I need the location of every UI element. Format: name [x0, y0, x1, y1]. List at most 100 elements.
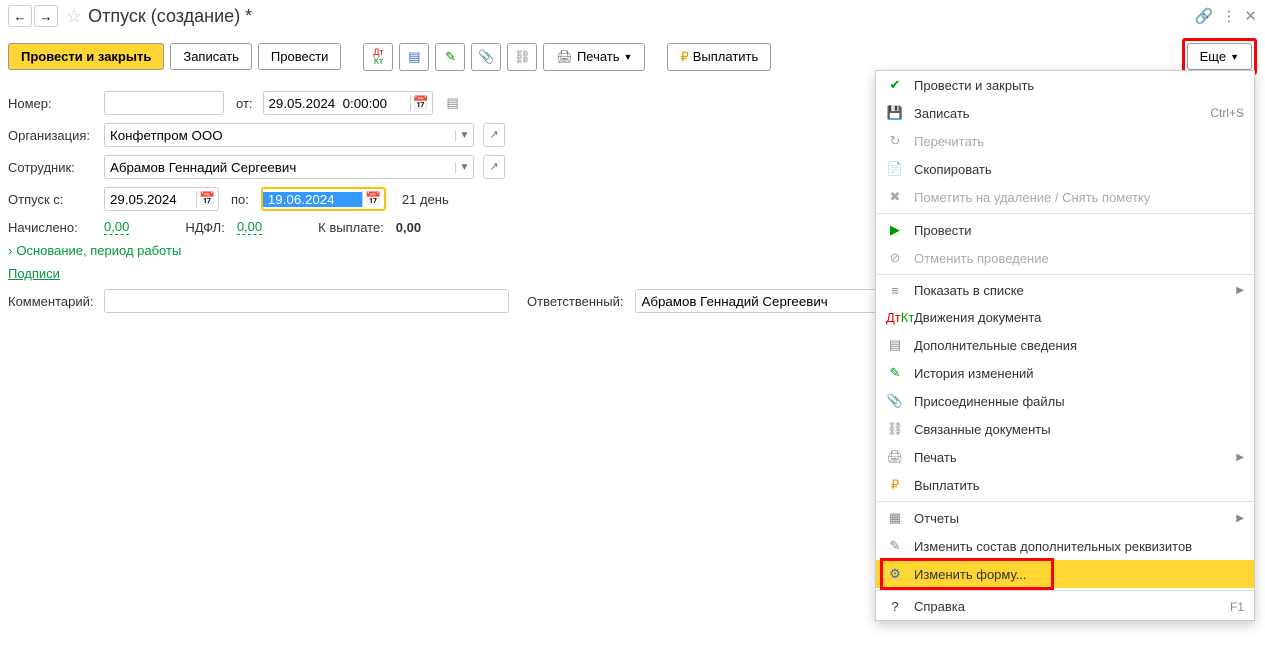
resp-combo[interactable]: [635, 289, 890, 313]
menu-item[interactable]: ▶Провести: [876, 216, 1254, 244]
topay-value: 0,00: [396, 220, 421, 235]
menu-item[interactable]: ✎История изменений: [876, 359, 1254, 387]
signatures-link[interactable]: Подписи: [8, 266, 60, 281]
calendar-icon[interactable]: 📅: [362, 191, 384, 207]
calendar-icon[interactable]: 📅: [196, 191, 218, 207]
accrued-link[interactable]: 0,00: [104, 219, 129, 235]
ndfl-label: НДФЛ:: [185, 220, 225, 235]
menu-item-label: Справка: [914, 599, 1220, 614]
emp-combo[interactable]: ▼: [104, 155, 474, 179]
org-combo[interactable]: ▼: [104, 123, 474, 147]
menu-item-icon: ⛓: [886, 421, 904, 437]
from-date-label: от:: [236, 96, 253, 111]
menu-item-icon: ✔: [886, 77, 904, 93]
menu-item[interactable]: 📄Скопировать: [876, 155, 1254, 183]
menu-item: ✖Пометить на удаление / Снять пометку: [876, 183, 1254, 211]
menu-item[interactable]: 🖨Печать▶: [876, 443, 1254, 471]
calendar-icon[interactable]: 📅: [410, 95, 432, 111]
print-button[interactable]: 🖨 Печать ▼: [543, 43, 645, 71]
close-icon[interactable]: ✕: [1244, 7, 1257, 25]
menu-item-icon: 📎: [886, 393, 904, 409]
menu-item-label: Связанные документы: [914, 422, 1244, 437]
menu-item-label: Выплатить: [914, 478, 1244, 493]
pay-button[interactable]: ₽ Выплатить: [667, 43, 771, 71]
menu-item-icon: ✖: [886, 189, 904, 205]
more-button[interactable]: Еще ▼: [1187, 43, 1252, 70]
header-controls: 🔗 ⋮ ✕: [1195, 7, 1257, 25]
nav-back-button[interactable]: ←: [8, 5, 32, 27]
emp-open-icon[interactable]: ↗: [483, 155, 505, 179]
menu-item-shortcut: F1: [1230, 600, 1244, 614]
org-input[interactable]: [105, 128, 455, 143]
comment-label: Комментарий:: [8, 294, 98, 309]
menu-item-icon: ?: [886, 599, 904, 614]
dtkt-icon: ДтКт: [886, 313, 904, 322]
menu-item[interactable]: ✎ Изменить состав дополнительных реквизит…: [876, 532, 1254, 560]
menu-item[interactable]: ▤Дополнительные сведения: [876, 331, 1254, 359]
menu-item-label: История изменений: [914, 366, 1244, 381]
list-button[interactable]: ▤: [399, 43, 429, 71]
menu-item-label: Отчеты: [914, 511, 1226, 526]
vac-to-field[interactable]: 📅: [261, 187, 386, 211]
link-icon[interactable]: 🔗: [1195, 7, 1214, 25]
menu-item-label: Провести и закрыть: [914, 78, 1244, 93]
menu-item[interactable]: ⛓ Связанные документы: [876, 415, 1254, 443]
vac-to-label: по:: [231, 192, 249, 207]
menu-item: ↻Перечитать: [876, 127, 1254, 155]
menu-item[interactable]: ✔ Провести и закрыть: [876, 71, 1254, 99]
doc-date-list-icon[interactable]: ▤: [447, 95, 459, 111]
menu-separator: [876, 213, 1254, 214]
menu-item[interactable]: 📎Присоединенные файлы: [876, 387, 1254, 415]
org-open-icon[interactable]: ↗: [483, 123, 505, 147]
comment-input[interactable]: [104, 289, 509, 313]
chevron-down-icon[interactable]: ▼: [455, 130, 473, 141]
menu-item[interactable]: ₽ Выплатить: [876, 471, 1254, 499]
edit-props-button[interactable]: ✎: [435, 43, 465, 71]
vac-from-input[interactable]: [105, 192, 196, 207]
ndfl-link[interactable]: 0,00: [237, 219, 262, 235]
chevron-down-icon[interactable]: ▼: [455, 162, 473, 173]
kebab-icon[interactable]: ⋮: [1221, 7, 1236, 25]
menu-separator: [876, 501, 1254, 502]
menu-item[interactable]: ≡Показать в списке▶: [876, 277, 1254, 304]
post-button[interactable]: Провести: [258, 43, 342, 70]
emp-input[interactable]: [105, 160, 455, 175]
menu-item-icon: ≡: [886, 283, 904, 298]
menu-item-label: Изменить состав дополнительных реквизито…: [914, 539, 1244, 554]
menu-item-label: Изменить форму...: [914, 567, 1244, 582]
menu-item-label: Отменить проведение: [914, 251, 1244, 266]
nav-fwd-button[interactable]: →: [34, 5, 58, 27]
submenu-arrow-icon: ▶: [1236, 452, 1244, 463]
doc-date-input[interactable]: [264, 96, 410, 111]
menu-item-icon: ✎: [886, 538, 904, 554]
menu-item-icon: ⊘: [886, 250, 904, 266]
menu-item-icon: ▶: [886, 222, 904, 238]
post-and-close-button[interactable]: Провести и закрыть: [8, 43, 164, 70]
basis-section-toggle[interactable]: › Основание, период работы: [8, 243, 181, 258]
menu-item-label: Показать в списке: [914, 283, 1226, 298]
menu-item-icon: ▤: [886, 337, 904, 353]
save-button[interactable]: Записать: [170, 43, 252, 70]
vac-to-input[interactable]: [263, 192, 362, 207]
menu-item-icon: ▦: [886, 510, 904, 526]
menu-item[interactable]: ? Справка F1: [876, 593, 1254, 620]
menu-item-label: Скопировать: [914, 162, 1244, 177]
number-label: Номер:: [8, 96, 98, 111]
dtkt-button[interactable]: ДтКт: [363, 43, 393, 71]
attach-button[interactable]: 📎: [471, 43, 501, 71]
coin-icon: ₽: [680, 49, 688, 65]
menu-item[interactable]: 💾ЗаписатьCtrl+S: [876, 99, 1254, 127]
number-input[interactable]: [104, 91, 224, 115]
header-bar: ← → ☆ Отпуск (создание) * 🔗 ⋮ ✕: [0, 0, 1265, 32]
related-button[interactable]: ⛓: [507, 43, 537, 71]
page-title: Отпуск (создание) *: [88, 6, 252, 27]
menu-item-icon: ₽: [886, 477, 904, 493]
menu-item[interactable]: ▦Отчеты▶: [876, 504, 1254, 532]
doc-date-field[interactable]: 📅: [263, 91, 433, 115]
resp-input[interactable]: [636, 294, 889, 309]
menu-item[interactable]: ДтКтДвижения документа: [876, 304, 1254, 331]
menu-item-label: Печать: [914, 450, 1226, 465]
vac-from-field[interactable]: 📅: [104, 187, 219, 211]
favorite-star-icon[interactable]: ☆: [66, 6, 82, 27]
menu-item[interactable]: ⚙Изменить форму...: [876, 560, 1254, 588]
